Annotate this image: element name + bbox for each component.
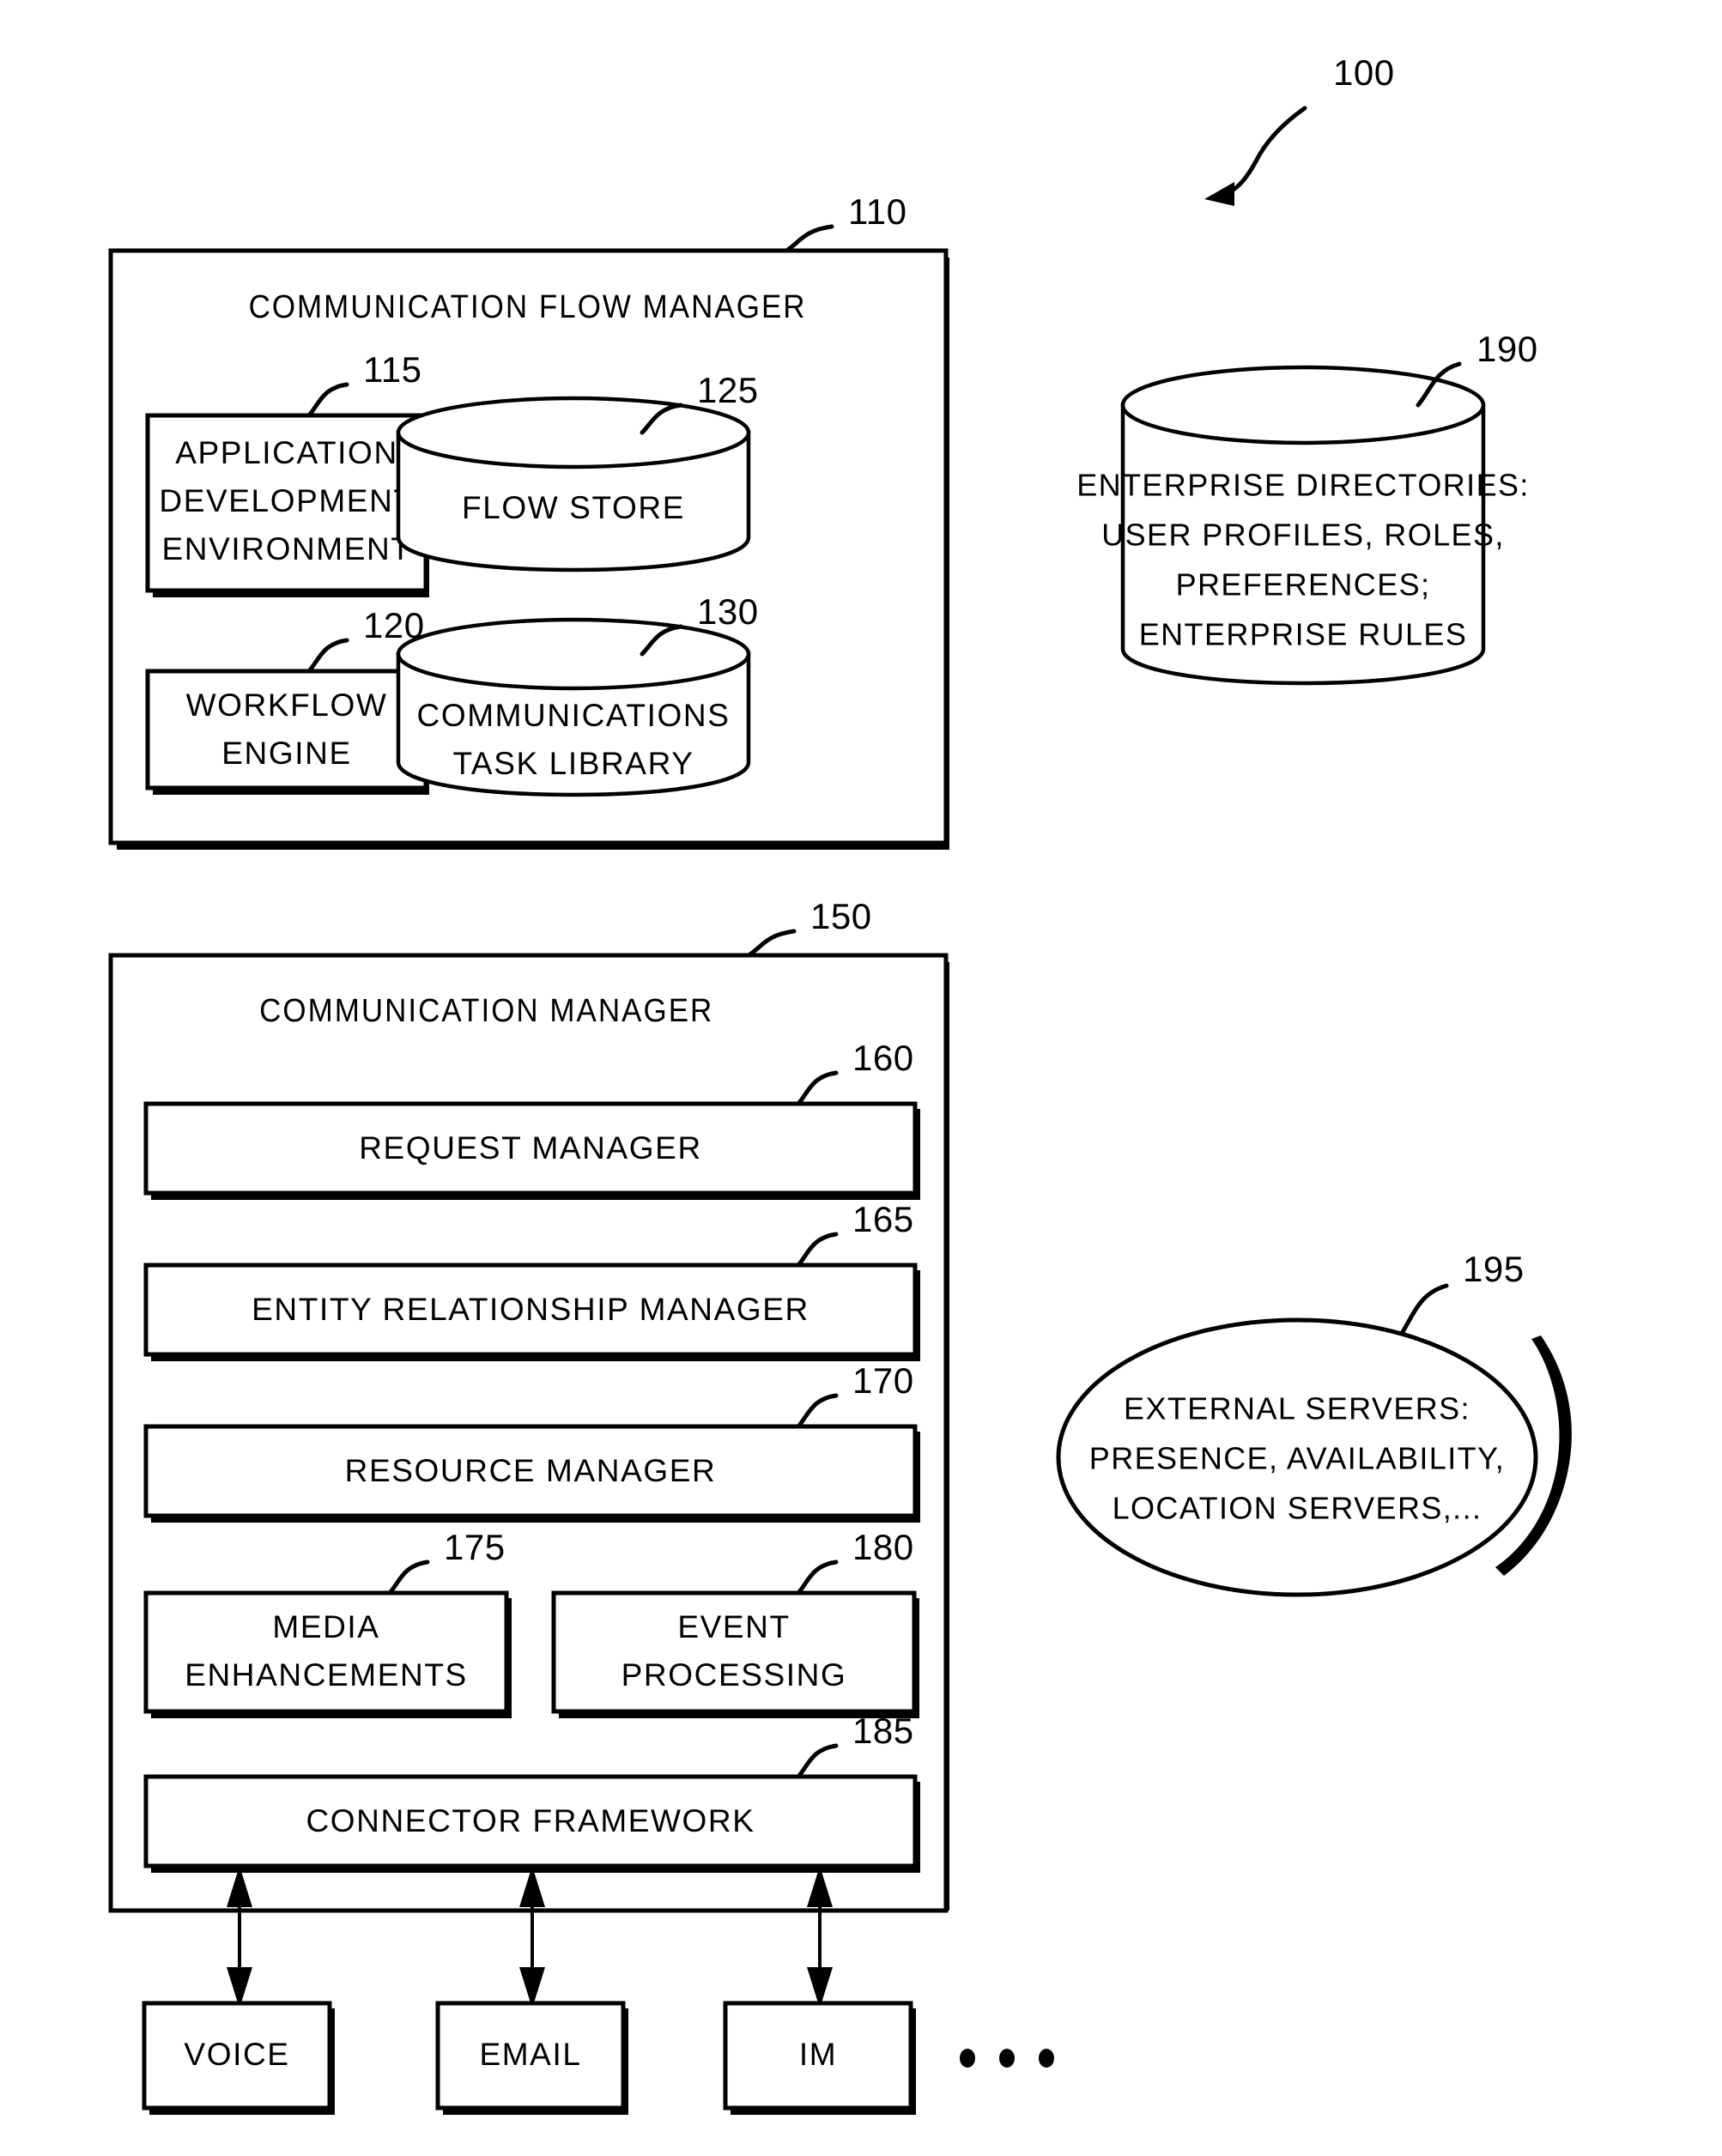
ref-110-leader bbox=[784, 224, 834, 253]
ref-130-label: 130 bbox=[697, 591, 759, 632]
ref-190-label: 190 bbox=[1476, 329, 1538, 369]
channel-boxes[interactable]: VOICE EMAIL IM bbox=[142, 2001, 1054, 2115]
email-label: EMAIL bbox=[479, 2037, 581, 2072]
im-label: IM bbox=[799, 2037, 837, 2072]
figure-ref-100-arrowhead bbox=[1204, 182, 1234, 206]
ref-165-label: 165 bbox=[852, 1199, 914, 1239]
enterprise-directories-line-4: ENTERPRISE RULES bbox=[1139, 617, 1468, 652]
enterprise-directories-top-ellipse bbox=[1120, 365, 1486, 445]
enterprise-directories-line-2: USER PROFILES, ROLES, bbox=[1101, 518, 1505, 553]
task-library-top-ellipse bbox=[396, 617, 751, 691]
channel-box-voice[interactable]: VOICE bbox=[142, 2001, 335, 2115]
figure-canvas: 100 110 COMMUNICATION FLOW MANAGER 115 A… bbox=[108, 52, 1572, 2115]
task-library-line-1: COMMUNICATIONS bbox=[417, 698, 731, 733]
media-enhancements-line-1: MEDIA bbox=[272, 1609, 379, 1644]
flow-manager-title: COMMUNICATION FLOW MANAGER bbox=[249, 288, 807, 325]
workflow-engine-line-2: ENGINE bbox=[221, 736, 351, 771]
app-dev-line-1: APPLICATION bbox=[175, 435, 398, 470]
ref-175-label: 175 bbox=[444, 1527, 506, 1567]
external-servers-line-3: LOCATION SERVERS,... bbox=[1113, 1491, 1482, 1526]
ellipsis-dot-3 bbox=[1039, 2049, 1054, 2068]
ref-125-label: 125 bbox=[697, 370, 759, 410]
block-external-servers[interactable]: 195 EXTERNAL SERVERS: PRESENCE, AVAILABI… bbox=[1056, 1249, 1572, 1597]
app-dev-line-2: DEVELOPMENT bbox=[159, 483, 414, 518]
external-servers-line-2: PRESENCE, AVAILABILITY, bbox=[1089, 1441, 1505, 1476]
event-processing-line-2: PROCESSING bbox=[621, 1657, 847, 1693]
enterprise-directories-line-3: PREFERENCES; bbox=[1176, 567, 1431, 603]
connector-framework-label: CONNECTOR FRAMEWORK bbox=[306, 1803, 755, 1838]
task-library-line-2: TASK LIBRARY bbox=[452, 746, 694, 781]
ellipsis-dot-2 bbox=[999, 2049, 1015, 2068]
ref-195: 195 bbox=[1400, 1249, 1525, 1335]
entity-relationship-manager-label: ENTITY RELATIONSHIP MANAGER bbox=[252, 1292, 809, 1327]
block-enterprise-directories[interactable]: 190 ENTERPRISE DIRECTORIES: USER PROFILE… bbox=[1076, 329, 1538, 686]
block-communication-manager[interactable]: 150 COMMUNICATION MANAGER 160 REQUEST MA… bbox=[108, 896, 949, 1913]
block-communication-flow-manager[interactable]: 110 COMMUNICATION FLOW MANAGER 115 APPLI… bbox=[108, 191, 949, 850]
ref-150-leader bbox=[746, 929, 797, 958]
ref-115-label: 115 bbox=[363, 349, 421, 390]
request-manager-label: REQUEST MANAGER bbox=[359, 1130, 702, 1166]
comm-manager-title: COMMUNICATION MANAGER bbox=[259, 992, 713, 1029]
flow-store-label: FLOW STORE bbox=[462, 490, 685, 525]
channel-ellipsis bbox=[960, 2049, 1054, 2068]
figure-ref-100-leader bbox=[1227, 106, 1307, 195]
ref-110: 110 bbox=[784, 191, 906, 253]
ref-150-label: 150 bbox=[810, 896, 872, 936]
event-processing-line-1: EVENT bbox=[677, 1609, 790, 1644]
figure-ref-100: 100 bbox=[1204, 52, 1395, 206]
channel-box-im[interactable]: IM bbox=[723, 2001, 916, 2115]
app-dev-line-3: ENVIRONMENT bbox=[162, 531, 412, 566]
ref-185-label: 185 bbox=[852, 1711, 914, 1751]
ref-195-leader bbox=[1400, 1283, 1449, 1335]
enterprise-directories-line-1: ENTERPRISE DIRECTORIES: bbox=[1076, 468, 1530, 503]
ref-195-label: 195 bbox=[1463, 1249, 1525, 1289]
ref-180-label: 180 bbox=[852, 1527, 914, 1567]
ref-170-label: 170 bbox=[852, 1360, 914, 1401]
voice-label: VOICE bbox=[184, 2037, 289, 2072]
media-enhancements-line-2: ENHANCEMENTS bbox=[185, 1657, 468, 1693]
ref-160-label: 160 bbox=[852, 1038, 914, 1078]
ellipsis-dot-1 bbox=[960, 2049, 975, 2068]
workflow-engine-line-1: WORKFLOW bbox=[186, 687, 388, 723]
ref-110-label: 110 bbox=[848, 191, 906, 232]
patent-figure: 100 110 COMMUNICATION FLOW MANAGER 115 A… bbox=[0, 0, 1722, 2156]
figure-ref-100-label: 100 bbox=[1333, 52, 1395, 93]
ref-150: 150 bbox=[746, 896, 872, 958]
flow-store-top-ellipse bbox=[396, 396, 751, 469]
resource-manager-label: RESOURCE MANAGER bbox=[345, 1453, 717, 1488]
external-servers-line-1: EXTERNAL SERVERS: bbox=[1124, 1391, 1470, 1426]
channel-box-email[interactable]: EMAIL bbox=[435, 2001, 628, 2115]
